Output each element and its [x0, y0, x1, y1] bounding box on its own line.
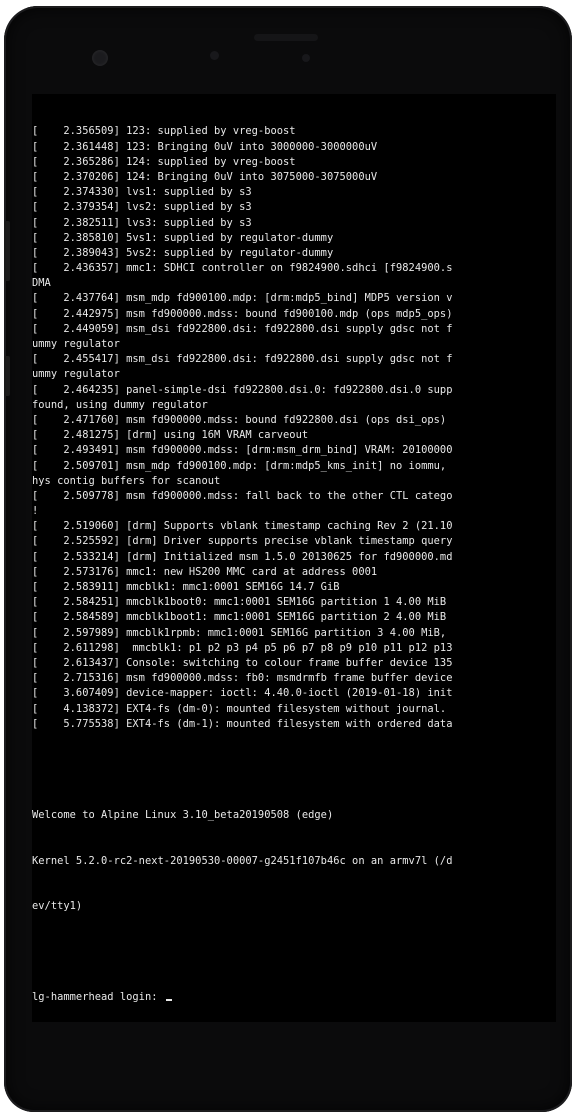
kernel-log-line: [ 2.597989] mmcblk1rpmb: mmc1:0001 SEM16…	[32, 626, 447, 639]
kernel-log-line: [ 2.519060] [drm] Supports vblank timest…	[32, 520, 453, 533]
welcome-line: Welcome to Alpine Linux 3.10_beta2019050…	[32, 808, 334, 821]
kernel-version-line-cont: ev/tty1)	[32, 900, 83, 913]
kernel-log-line: [ 2.509701] msm_mdp fd900100.mdp: [drm:m…	[32, 459, 447, 472]
kernel-log-line: [ 2.361448] 123: Bringing 0uV into 30000…	[32, 140, 378, 153]
kernel-log-line: [ 2.385810] 5vs1: supplied by regulator-…	[32, 231, 334, 244]
earpiece-speaker	[254, 34, 318, 41]
kernel-log-line: [ 2.583911] mmcblk1: mmc1:0001 SEM16G 14…	[32, 581, 340, 594]
kernel-log: [ 2.356509] 123: supplied by vreg-boost […	[32, 124, 556, 732]
kernel-log-line: found, using dummy regulator	[32, 398, 208, 411]
kernel-log-line: [ 2.464235] panel-simple-dsi fd922800.ds…	[32, 383, 453, 396]
kernel-log-line: DMA	[32, 277, 51, 290]
kernel-log-line: [ 4.138372] EXT4-fs (dm-0): mounted file…	[32, 702, 447, 715]
phone-screen: [ 2.356509] 123: supplied by vreg-boost […	[32, 94, 556, 1022]
kernel-log-line: [ 2.436357] mmc1: SDHCI controller on f9…	[32, 262, 453, 275]
text-cursor	[165, 999, 172, 1002]
login-line[interactable]: lg-hammerhead login:	[32, 990, 556, 1005]
kernel-log-line: [ 2.382511] lvs3: supplied by s3	[32, 216, 252, 229]
kernel-log-line: [ 2.493491] msm fd900000.mdss: [drm:msm_…	[32, 444, 453, 457]
light-sensor	[302, 54, 310, 62]
kernel-log-line: [ 2.715316] msm fd900000.mdss: fb0: msmd…	[32, 672, 453, 685]
phone-body: [ 2.356509] 123: supplied by vreg-boost […	[4, 6, 572, 1112]
kernel-log-line: [ 2.471760] msm fd900000.mdss: bound fd9…	[32, 413, 447, 426]
kernel-log-line: [ 2.584589] mmcblk1boot1: mmc1:0001 SEM1…	[32, 611, 447, 624]
kernel-log-line: [ 2.455417] msm_dsi fd922800.dsi: fd9228…	[32, 353, 453, 366]
kernel-log-line: [ 2.611298] mmcblk1: p1 p2 p3 p4 p5 p6 p…	[32, 641, 453, 654]
kernel-log-line: [ 2.437764] msm_mdp fd900100.mdp: [drm:m…	[32, 292, 453, 305]
kernel-log-line: [ 2.379354] lvs2: supplied by s3	[32, 201, 252, 214]
side-button	[4, 356, 10, 396]
power-button	[4, 221, 10, 281]
login-prompt: lg-hammerhead login:	[32, 991, 164, 1004]
kernel-log-line: [ 2.449059] msm_dsi fd922800.dsi: fd9228…	[32, 322, 453, 335]
kernel-version-line: Kernel 5.2.0-rc2-next-20190530-00007-g24…	[32, 854, 453, 867]
proximity-sensor	[210, 51, 219, 60]
kernel-log-line: [ 2.573176] mmc1: new HS200 MMC card at …	[32, 565, 378, 578]
phone-chin	[32, 1026, 556, 1106]
kernel-log-line: [ 5.775538] EXT4-fs (dm-1): mounted file…	[32, 717, 453, 730]
kernel-log-line: !	[32, 505, 39, 518]
kernel-log-line: [ 2.365286] 124: supplied by vreg-boost	[32, 155, 296, 168]
kernel-log-line: ummy regulator	[32, 368, 120, 381]
kernel-log-line: [ 2.509778] msm fd900000.mdss: fall back…	[32, 489, 453, 502]
kernel-log-line: [ 2.533214] [drm] Initialized msm 1.5.0 …	[32, 550, 453, 563]
kernel-log-line: hys contig buffers for scanout	[32, 474, 221, 487]
kernel-log-line: [ 2.584251] mmcblk1boot0: mmc1:0001 SEM1…	[32, 596, 447, 609]
front-camera-icon	[92, 50, 108, 66]
kernel-log-line: [ 2.374330] lvs1: supplied by s3	[32, 186, 252, 199]
tty-console[interactable]: [ 2.356509] 123: supplied by vreg-boost […	[32, 94, 556, 1022]
kernel-log-line: ummy regulator	[32, 338, 120, 351]
kernel-log-line: [ 3.607409] device-mapper: ioctl: 4.40.0…	[32, 687, 453, 700]
kernel-log-line: [ 2.481275] [drm] using 16M VRAM carveou…	[32, 429, 309, 442]
kernel-log-line: [ 2.389043] 5vs2: supplied by regulator-…	[32, 246, 334, 259]
kernel-log-line: [ 2.613437] Console: switching to colour…	[32, 656, 453, 669]
kernel-log-line: [ 2.442975] msm fd900000.mdss: bound fd9…	[32, 307, 453, 320]
kernel-log-line: [ 2.525592] [drm] Driver supports precis…	[32, 535, 453, 548]
kernel-log-line: [ 2.370206] 124: Bringing 0uV into 30750…	[32, 170, 378, 183]
kernel-log-line: [ 2.356509] 123: supplied by vreg-boost	[32, 125, 296, 138]
